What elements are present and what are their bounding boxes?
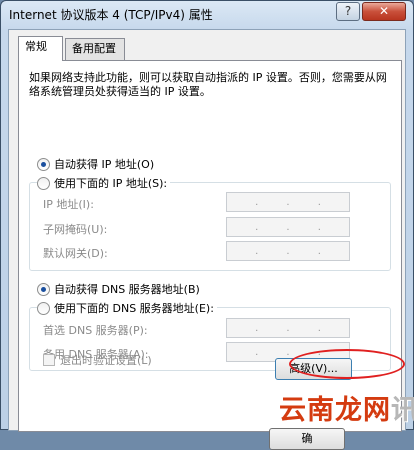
validate-on-exit-label: 退出时验证设置(L) xyxy=(60,354,152,367)
dialog-client: 常规 备用配置 如果网络支持此功能，则可以获取自动指派的 IP 设置。否则，您需… xyxy=(8,29,406,450)
radio-empty-icon xyxy=(37,176,50,190)
auto-ip-label: 自动获得 IP 地址(O) xyxy=(54,158,155,171)
default-gateway-label: 默认网关(D): xyxy=(43,247,108,260)
watermark-logo: 云南龙网讯 xyxy=(279,395,414,426)
properties-dialog: Internet 协议版本 4 (TCP/IPv4) 属性 ? ✕ 常规 备用配… xyxy=(0,0,414,450)
window-title: Internet 协议版本 4 (TCP/IPv4) 属性 xyxy=(9,8,213,22)
checkbox-icon xyxy=(43,354,55,366)
auto-ip-radio[interactable]: 自动获得 IP 地址(O) xyxy=(37,156,158,172)
validate-on-exit-checkbox[interactable]: 退出时验证设置(L) xyxy=(43,352,152,368)
description-text: 如果网络支持此功能，则可以获取自动指派的 IP 设置。否则，您需要从网络系统管理… xyxy=(29,71,387,98)
preferred-dns-input[interactable]: ... xyxy=(226,318,350,338)
tab-general[interactable]: 常规 xyxy=(18,36,63,61)
ok-button[interactable]: 确 xyxy=(269,428,345,450)
manual-dns-radio[interactable]: 使用下面的 DNS 服务器地址(E): xyxy=(37,300,217,316)
subnet-mask-input[interactable]: ... xyxy=(226,217,350,237)
radio-selected-icon xyxy=(37,282,50,296)
help-button[interactable]: ? xyxy=(336,2,360,21)
manual-ip-radio[interactable]: 使用下面的 IP 地址(S): xyxy=(37,175,171,191)
preferred-dns-label: 首选 DNS 服务器(P): xyxy=(43,324,148,337)
default-gateway-input[interactable]: ... xyxy=(226,241,350,261)
title-bar: Internet 协议版本 4 (TCP/IPv4) 属性 ? ✕ xyxy=(1,1,413,27)
subnet-mask-label: 子网掩码(U): xyxy=(43,223,108,236)
manual-dns-label: 使用下面的 DNS 服务器地址(E): xyxy=(54,302,214,315)
radio-selected-icon xyxy=(37,157,50,171)
close-button[interactable]: ✕ xyxy=(362,2,406,21)
ip-address-input[interactable]: ... xyxy=(226,192,350,212)
tab-alternate-config[interactable]: 备用配置 xyxy=(65,38,125,60)
radio-empty-icon xyxy=(37,301,50,315)
auto-dns-radio[interactable]: 自动获得 DNS 服务器地址(B) xyxy=(37,281,203,297)
advanced-button[interactable]: 高级(V)... xyxy=(275,358,352,380)
manual-ip-label: 使用下面的 IP 地址(S): xyxy=(54,177,168,190)
ip-address-label: IP 地址(I): xyxy=(43,198,94,211)
auto-dns-label: 自动获得 DNS 服务器地址(B) xyxy=(54,283,200,296)
